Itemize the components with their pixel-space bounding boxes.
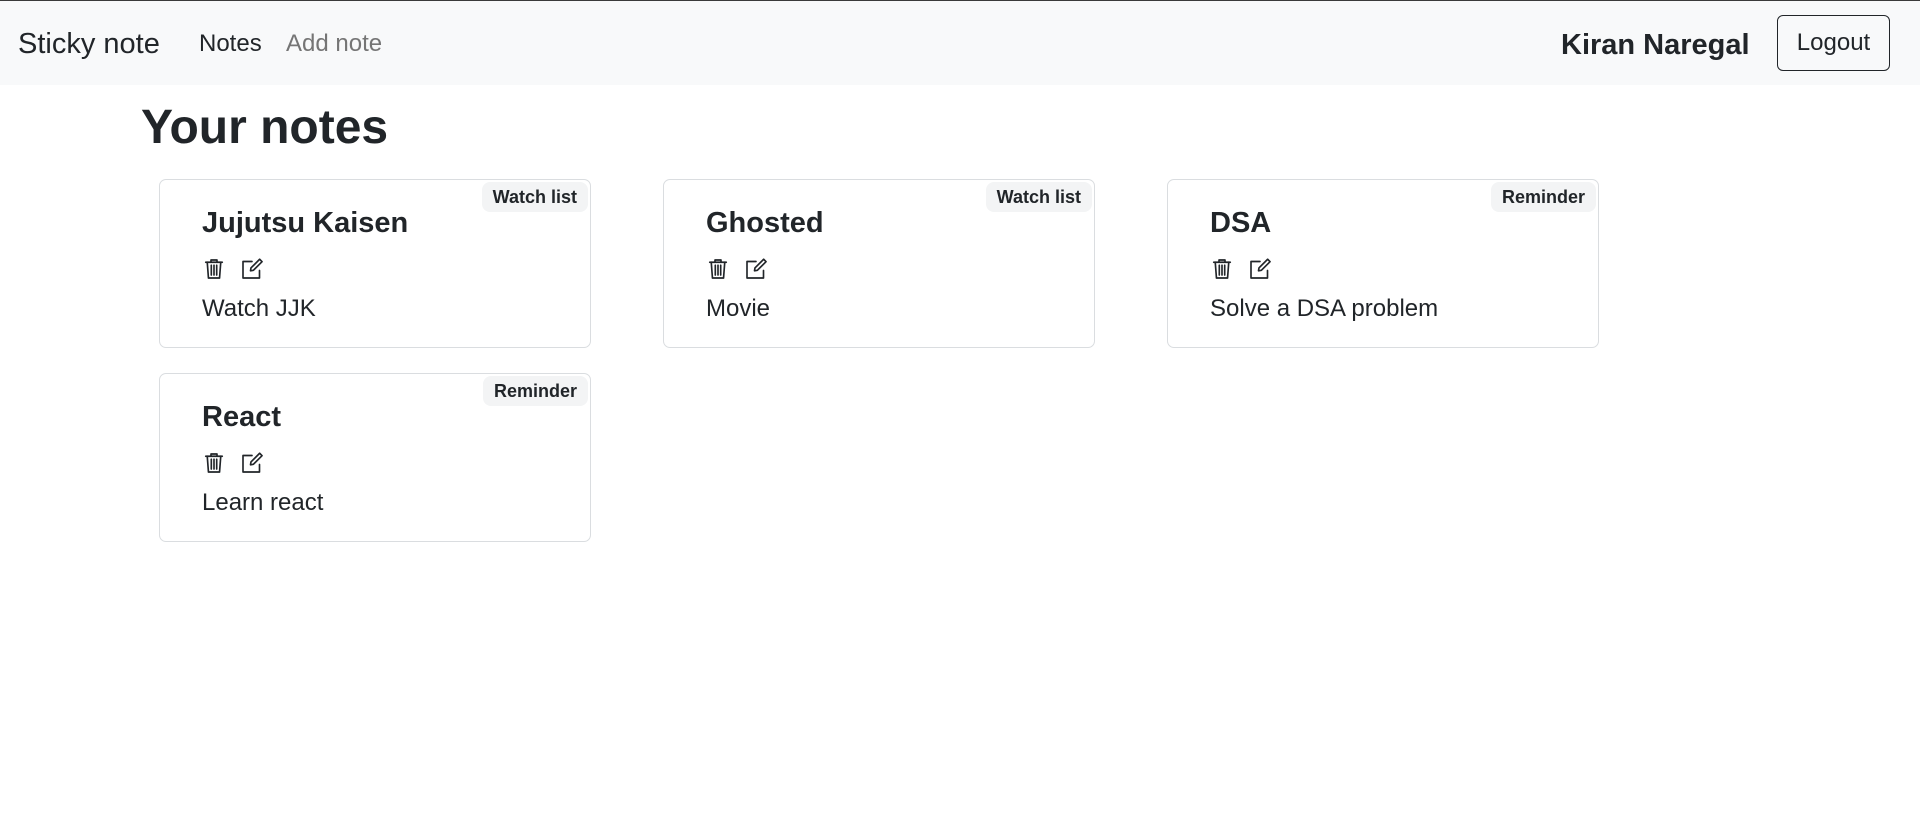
logout-button[interactable]: Logout — [1777, 15, 1890, 71]
trash-icon[interactable] — [706, 257, 730, 281]
note-tag-badge: Watch list — [481, 182, 588, 212]
user-name: Kiran Naregal — [1561, 29, 1750, 61]
trash-icon[interactable] — [1210, 257, 1234, 281]
note-description: Watch JJK — [202, 295, 316, 322]
note-card: Reminder React Learn react — [159, 373, 591, 542]
nav-link-add-note[interactable]: Add note — [286, 29, 382, 59]
note-tag-badge: Reminder — [482, 376, 588, 406]
note-description: Movie — [706, 295, 771, 322]
note-card: Watch list Ghosted Movie — [663, 179, 1095, 348]
note-title: DSA — [1210, 207, 1272, 239]
nav-link-notes[interactable]: Notes — [199, 29, 262, 59]
edit-icon[interactable] — [1248, 257, 1272, 281]
edit-icon[interactable] — [240, 257, 264, 281]
note-card: Watch list Jujutsu Kaisen Watch JJK — [159, 179, 591, 348]
trash-icon[interactable] — [202, 451, 226, 475]
note-description: Learn react — [202, 489, 324, 516]
note-title: Jujutsu Kaisen — [202, 207, 409, 239]
note-description: Solve a DSA problem — [1210, 295, 1439, 322]
note-tag-badge: Reminder — [1490, 182, 1596, 212]
note-tag-badge: Watch list — [985, 182, 1092, 212]
trash-icon[interactable] — [202, 257, 226, 281]
edit-icon[interactable] — [240, 451, 264, 475]
note-card: Reminder DSA Solve a DSA problem — [1167, 179, 1599, 348]
note-title: Ghosted — [706, 207, 824, 239]
page-title: Your notes — [141, 101, 389, 154]
brand-link[interactable]: Sticky note — [18, 26, 160, 62]
note-title: React — [202, 401, 281, 433]
edit-icon[interactable] — [744, 257, 768, 281]
navbar: Sticky note Notes Add note Kiran Naregal… — [0, 1, 1920, 85]
